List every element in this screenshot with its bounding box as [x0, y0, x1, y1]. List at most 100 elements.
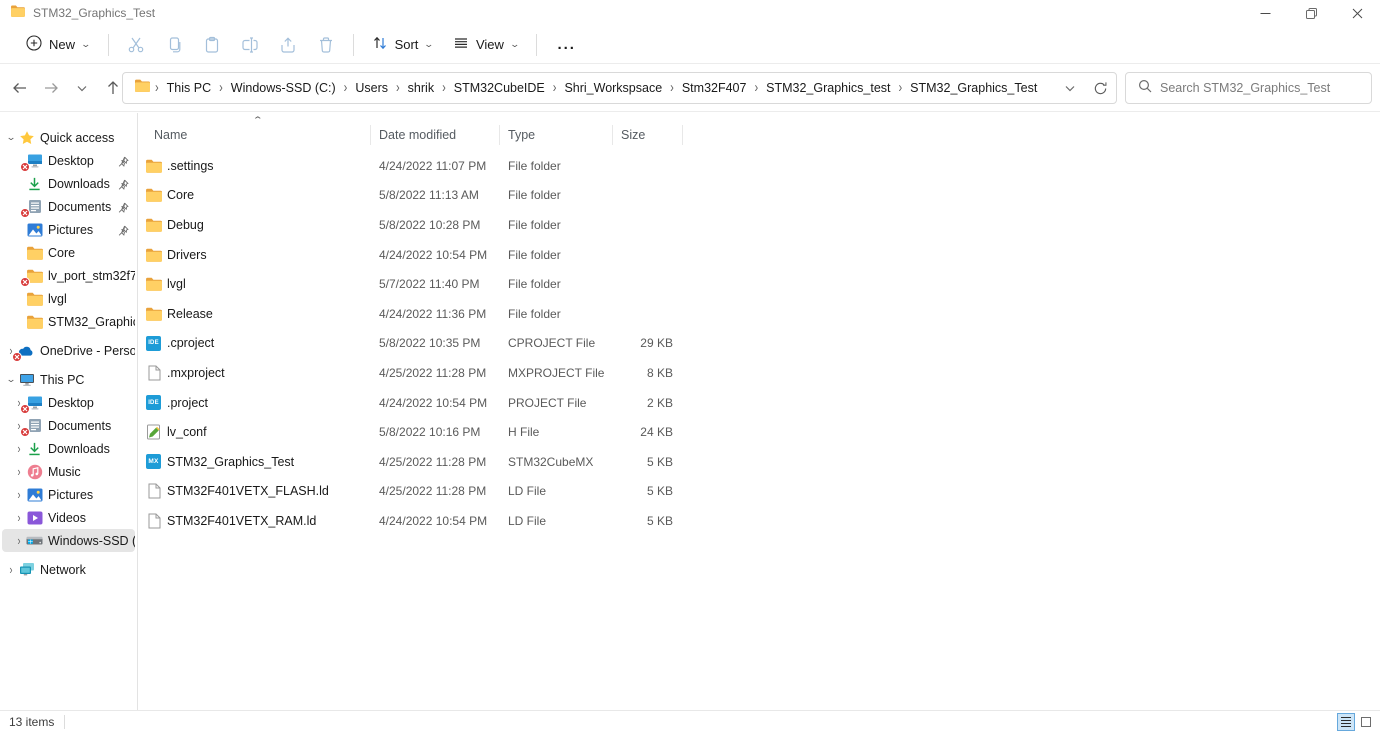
file-date-modified: 5/8/2022 10:28 PM [371, 218, 500, 232]
chevron-right-icon[interactable]: › [12, 511, 26, 525]
sidebar-item-core[interactable]: Core [2, 241, 135, 264]
view-button[interactable]: View ⌄ [443, 29, 529, 60]
breadcrumb-item-users[interactable]: Users [348, 76, 395, 100]
breadcrumb-item-stm32cubeide[interactable]: STM32CubeIDE [447, 76, 552, 100]
file-row-debug[interactable]: Debug5/8/2022 10:28 PMFile folder [138, 210, 1380, 240]
toolbar-separator [536, 34, 537, 56]
file-row-release[interactable]: Release4/24/2022 11:36 PMFile folder [138, 299, 1380, 329]
file-icon [145, 365, 162, 381]
file-row-drivers[interactable]: Drivers4/24/2022 10:54 PMFile folder [138, 240, 1380, 270]
file-row-core[interactable]: Core5/8/2022 11:13 AMFile folder [138, 181, 1380, 211]
thumbnail-view-toggle[interactable] [1357, 713, 1375, 731]
refresh-button[interactable] [1088, 76, 1112, 100]
sidebar-item-downloads[interactable]: ›Downloads [2, 437, 135, 460]
column-header-row: ⌃ NameDate modifiedTypeSize [138, 123, 1380, 147]
file-row-lvgl[interactable]: lvgl5/7/2022 11:40 PMFile folder [138, 269, 1380, 299]
file-date-modified: 4/24/2022 10:54 PM [371, 514, 500, 528]
column-header-name[interactable]: Name [138, 125, 371, 145]
folder-icon [145, 247, 162, 263]
cut-button[interactable] [117, 30, 155, 60]
item-count: 13 items [9, 715, 54, 729]
sidebar-item-downloads[interactable]: Downloads [2, 172, 135, 195]
file-row-stm32f401vetx-flash-ld[interactable]: STM32F401VETX_FLASH.ld4/25/2022 11:28 PM… [138, 477, 1380, 507]
search-input[interactable] [1160, 81, 1371, 95]
chevron-right-icon[interactable]: › [4, 563, 18, 577]
sidebar-item-windows-ssd-c[interactable]: › Windows-SSD (C:) [2, 529, 135, 552]
forward-button[interactable] [37, 74, 65, 102]
lvconf-icon [145, 424, 162, 440]
file-type: CPROJECT File [500, 336, 613, 350]
sidebar-item-label: Windows-SSD (C:) [48, 534, 135, 548]
back-button[interactable] [6, 74, 34, 102]
pin-icon [118, 177, 129, 195]
sidebar-item-pictures[interactable]: Pictures [2, 218, 135, 241]
sidebar-item-documents[interactable]: ›Documents [2, 414, 135, 437]
breadcrumb-item-shri-workspsace[interactable]: Shri_Workspsace [557, 76, 669, 100]
breadcrumb-item-shrik[interactable]: shrik [401, 76, 441, 100]
file-row-settings[interactable]: .settings4/24/2022 11:07 PMFile folder [138, 151, 1380, 181]
delete-button[interactable] [307, 30, 345, 60]
sidebar-item-desktop[interactable]: ›Desktop [2, 391, 135, 414]
file-name-cell: .settings [138, 158, 371, 174]
sidebar-item-quick-access[interactable]: ⌄Quick access [2, 126, 135, 149]
share-button[interactable] [269, 30, 307, 60]
close-button[interactable] [1334, 0, 1380, 26]
sidebar-item-lvgl[interactable]: lvgl [2, 287, 135, 310]
paste-button[interactable] [193, 30, 231, 60]
sidebar-item-desktop[interactable]: Desktop [2, 149, 135, 172]
breadcrumb-item-stm32-graphics-test[interactable]: STM32_Graphics_Test [903, 76, 1044, 100]
file-row-stm32-graphics-test[interactable]: MXSTM32_Graphics_Test4/25/2022 11:28 PMS… [138, 447, 1380, 477]
file-date-modified: 4/25/2022 11:28 PM [371, 484, 500, 498]
file-row-lv-conf[interactable]: lv_conf5/8/2022 10:16 PMH File24 KB [138, 417, 1380, 447]
details-view-toggle[interactable] [1337, 713, 1355, 731]
chevron-right-icon[interactable]: › [12, 534, 26, 548]
file-row-stm32f401vetx-ram-ld[interactable]: STM32F401VETX_RAM.ld4/24/2022 10:54 PMLD… [138, 506, 1380, 536]
downloads-icon [26, 441, 43, 457]
thumbnail-view-icon [1361, 717, 1371, 727]
column-header-type[interactable]: Type [500, 125, 613, 145]
sidebar-item-stm32-graphics-te[interactable]: STM32_Graphics_Te [2, 310, 135, 333]
sidebar-item-network[interactable]: ›Network [2, 558, 135, 581]
file-row-project[interactable]: IDE.project4/24/2022 10:54 PMPROJECT Fil… [138, 388, 1380, 418]
chevron-right-icon[interactable]: › [12, 465, 26, 479]
folder-icon [26, 314, 43, 330]
column-header-size[interactable]: Size [613, 125, 683, 145]
chevron-down-icon: ⌄ [81, 39, 92, 50]
rename-button[interactable] [231, 30, 269, 60]
minimize-button[interactable] [1242, 0, 1288, 26]
file-row-cproject[interactable]: IDE.cproject5/8/2022 10:35 PMCPROJECT Fi… [138, 329, 1380, 359]
onedrive-icon [18, 343, 35, 359]
sort-button[interactable]: Sort ⌄ [362, 29, 443, 60]
new-button[interactable]: New ⌄ [16, 29, 100, 60]
sidebar-item-label: Downloads [48, 177, 110, 191]
sidebar-item-label: OneDrive - Personal [40, 344, 135, 358]
file-icon [145, 483, 162, 499]
breadcrumb-item-windows-ssd-c[interactable]: Windows-SSD (C:) [224, 76, 343, 100]
copy-button[interactable] [155, 30, 193, 60]
address-dropdown-button[interactable] [1058, 76, 1082, 100]
sidebar-item-onedrive-personal[interactable]: ›OneDrive - Personal [2, 339, 135, 362]
address-bar[interactable]: ›This PC›Windows-SSD (C:)›Users›shrik›ST… [122, 72, 1117, 104]
breadcrumb-item-this-pc[interactable]: This PC [160, 76, 218, 100]
status-separator [64, 715, 65, 729]
restore-button[interactable] [1288, 0, 1334, 26]
sidebar-item-label: Quick access [40, 131, 114, 145]
file-icon [145, 513, 162, 529]
chevron-right-icon[interactable]: › [12, 488, 26, 502]
see-more-button[interactable]: ... [545, 36, 588, 53]
recent-locations-button[interactable] [68, 74, 96, 102]
sidebar-item-lv-port-stm32f746-d[interactable]: lv_port_stm32f746_d [2, 264, 135, 287]
sidebar-item-music[interactable]: ›Music [2, 460, 135, 483]
breadcrumb-item-stm32f407[interactable]: Stm32F407 [675, 76, 754, 100]
sidebar-item-this-pc[interactable]: ⌄This PC [2, 368, 135, 391]
file-name: lv_conf [167, 425, 207, 439]
breadcrumb-item-stm32-graphics-test[interactable]: STM32_Graphics_test [759, 76, 897, 100]
sidebar-item-documents[interactable]: Documents [2, 195, 135, 218]
sidebar-item-videos[interactable]: ›Videos [2, 506, 135, 529]
column-header-date-modified[interactable]: Date modified [371, 125, 500, 145]
file-rows: .settings4/24/2022 11:07 PMFile folderCo… [138, 151, 1380, 536]
file-row-mxproject[interactable]: .mxproject4/25/2022 11:28 PMMXPROJECT Fi… [138, 358, 1380, 388]
file-name-cell: Core [138, 187, 371, 203]
chevron-right-icon[interactable]: › [12, 442, 26, 456]
sidebar-item-pictures[interactable]: ›Pictures [2, 483, 135, 506]
